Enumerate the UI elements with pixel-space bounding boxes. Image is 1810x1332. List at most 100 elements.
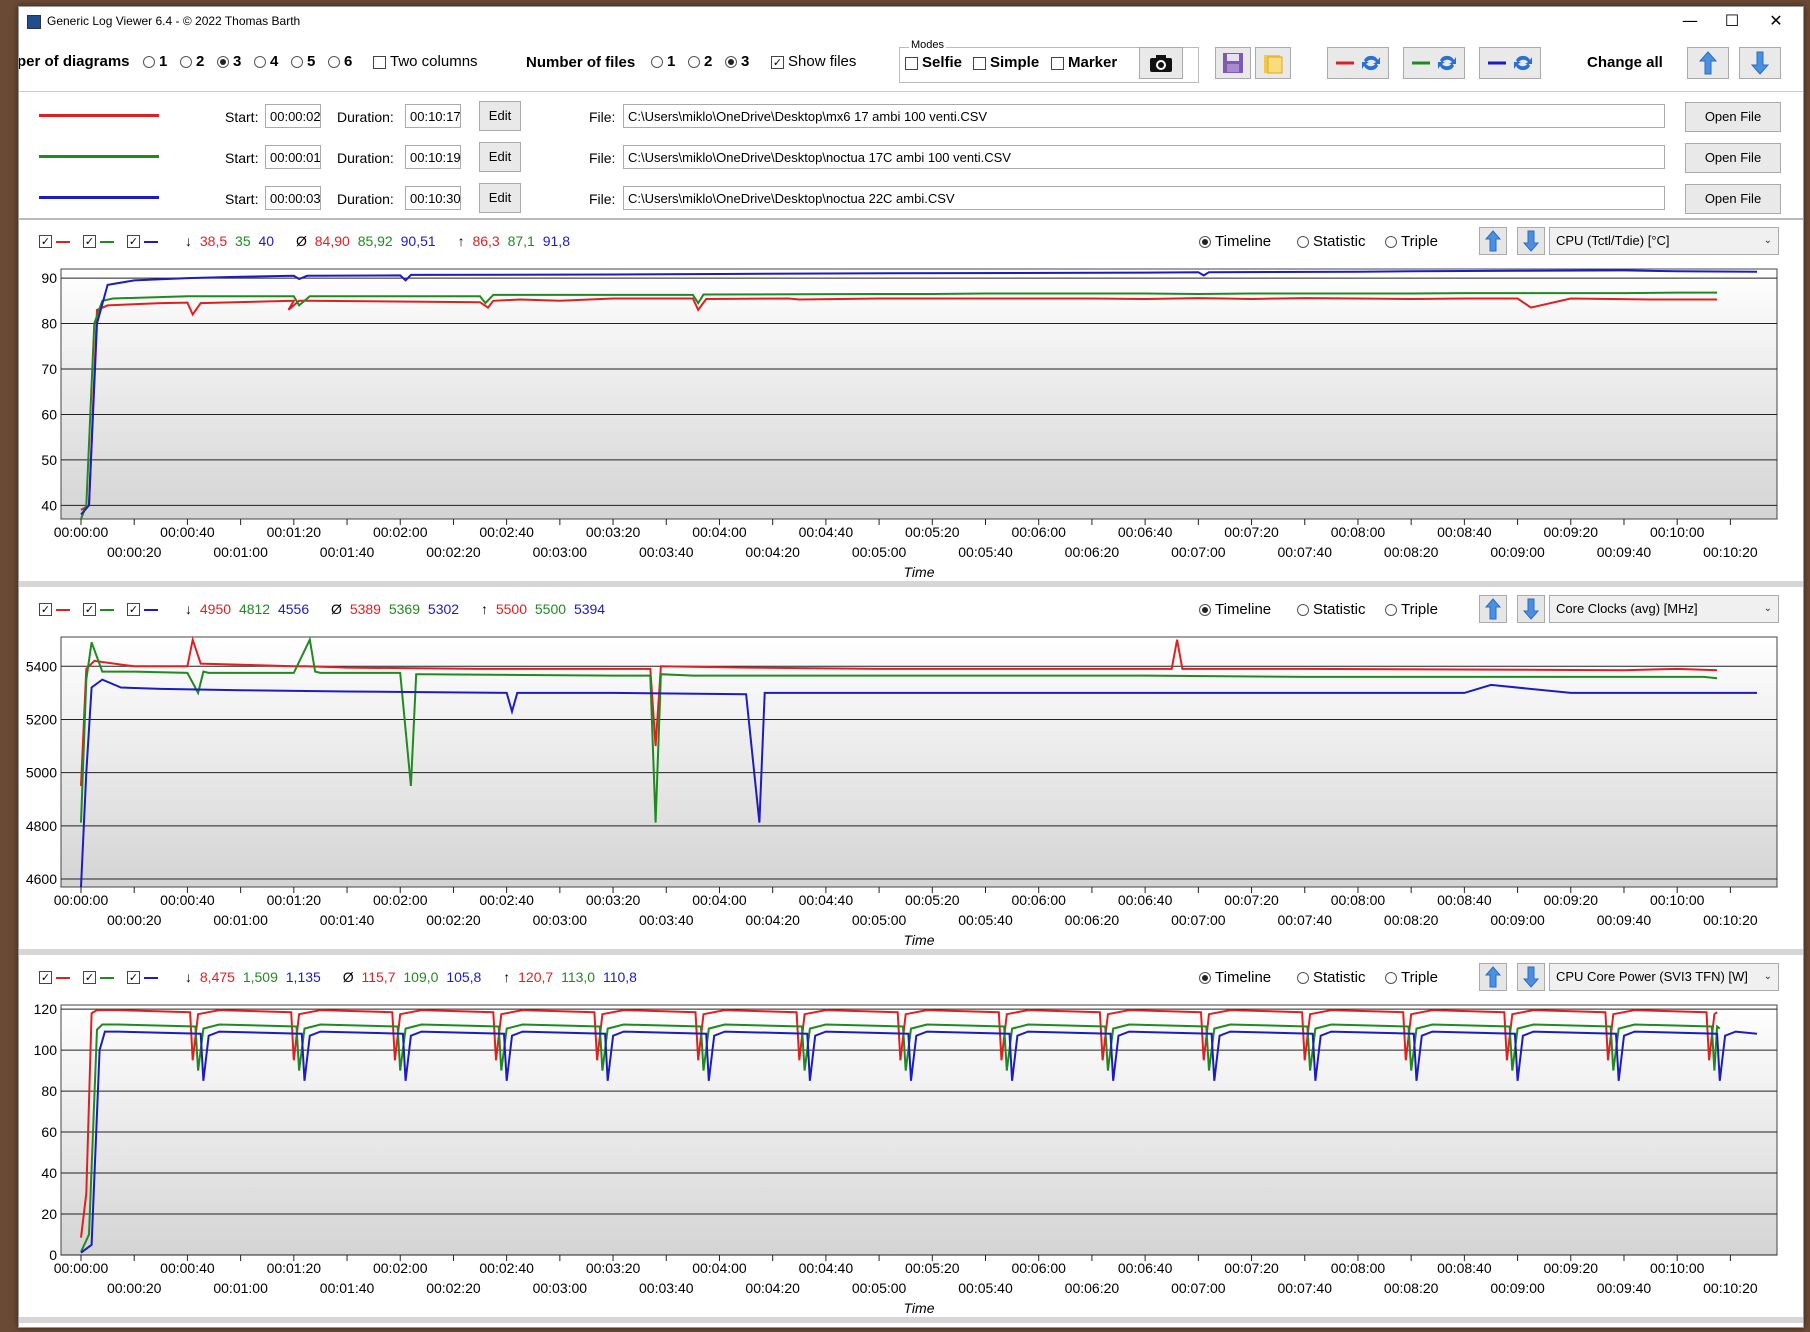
x-tick-label: 00:04:20 (745, 1280, 800, 1296)
two-columns-checkbox[interactable]: Two columns (373, 53, 478, 70)
start-label: Start: (225, 109, 259, 125)
duration-label: Duration: (337, 150, 394, 166)
x-tick-label: 00:07:00 (1171, 1280, 1226, 1296)
file-color-line (39, 196, 159, 199)
duration-label: Duration: (337, 191, 394, 207)
file-path-field[interactable]: C:\Users\miklo\OneDrive\Desktop\noctua 2… (623, 186, 1665, 210)
radio-icon[interactable] (291, 56, 303, 69)
file-count-2[interactable]: 2 (688, 53, 712, 70)
checkbox-icon[interactable] (1051, 56, 1064, 70)
radio-icon[interactable] (328, 56, 340, 69)
duration-label: Duration: (337, 109, 394, 125)
move-all-up-button[interactable] (1687, 47, 1729, 79)
x-tick-label: 00:04:00 (692, 1260, 747, 1276)
radio-icon[interactable] (688, 56, 700, 69)
simple-checkbox[interactable]: Simple (973, 54, 1039, 71)
radio-selected-icon[interactable] (217, 56, 229, 69)
app-icon (27, 15, 41, 29)
x-tick-label: 00:01:40 (320, 1280, 375, 1296)
x-tick-label: 00:05:20 (905, 1260, 960, 1276)
x-tick-label: 00:01:20 (267, 892, 322, 908)
save-button[interactable] (1215, 47, 1251, 79)
swap-blue-button[interactable] (1479, 47, 1541, 79)
radio-icon[interactable] (143, 56, 155, 69)
x-tick-label: 00:09:40 (1597, 1280, 1652, 1296)
y-tick-label: 70 (41, 361, 57, 377)
duration-field[interactable]: 00:10:17 (405, 104, 461, 128)
x-tick-label: 00:07:40 (1277, 912, 1332, 928)
selfie-checkbox[interactable]: Selfie (905, 54, 962, 71)
title-bar: Generic Log Viewer 6.4 - © 2022 Thomas B… (19, 7, 1803, 35)
radio-selected-icon[interactable] (725, 56, 737, 69)
radio-icon[interactable] (180, 56, 192, 69)
x-tick-label: 00:03:40 (639, 544, 694, 560)
checkmark-icon[interactable]: ✓ (771, 55, 784, 69)
edit-button[interactable]: Edit (479, 101, 521, 131)
close-button[interactable]: ✕ (1755, 9, 1797, 33)
x-tick-label: 00:05:00 (852, 544, 907, 560)
minimize-button[interactable]: — (1669, 9, 1711, 33)
file-count-1[interactable]: 1 (651, 53, 675, 70)
edit-button[interactable]: Edit (479, 183, 521, 213)
y-tick-label: 5000 (26, 765, 57, 781)
x-tick-label: 00:06:00 (1011, 524, 1066, 540)
file-path-field[interactable]: C:\Users\miklo\OneDrive\Desktop\noctua 1… (623, 145, 1665, 169)
diagram-count-3[interactable]: 3 (217, 53, 241, 70)
x-tick-label: 00:01:00 (213, 912, 268, 928)
swap-green-button[interactable] (1403, 47, 1465, 79)
diagram-count-6[interactable]: 6 (328, 53, 352, 70)
diagram-count-5[interactable]: 5 (291, 53, 315, 70)
move-all-down-button[interactable] (1739, 47, 1781, 79)
x-tick-label: 00:02:20 (426, 1280, 481, 1296)
x-tick-label: 00:01:40 (320, 912, 375, 928)
swap-red-button[interactable] (1327, 47, 1389, 79)
x-tick-label: 00:05:20 (905, 524, 960, 540)
edit-button[interactable]: Edit (479, 142, 521, 172)
checkbox-icon[interactable] (373, 55, 386, 69)
x-tick-label: 00:08:40 (1437, 892, 1492, 908)
show-files-checkbox[interactable]: ✓ Show files (771, 53, 856, 70)
x-tick-label: 00:02:20 (426, 544, 481, 560)
open-file-button[interactable]: Open File (1685, 184, 1781, 214)
x-tick-label: 00:07:40 (1277, 544, 1332, 560)
x-tick-label: 00:07:00 (1171, 912, 1226, 928)
start-field[interactable]: 00:00:02 (265, 104, 321, 128)
duration-field[interactable]: 00:10:30 (405, 186, 461, 210)
start-field[interactable]: 00:00:01 (265, 145, 321, 169)
x-tick-label: 00:09:00 (1490, 912, 1545, 928)
files-section: Start: 00:00:02 Duration: 00:10:17 Edit … (19, 91, 1803, 220)
x-tick-label: 00:07:20 (1224, 524, 1279, 540)
x-tick-label: 00:06:00 (1011, 892, 1066, 908)
diagram-count-1[interactable]: 1 (143, 53, 167, 70)
file-count-3[interactable]: 3 (725, 53, 749, 70)
x-axis-label: Time (904, 1300, 935, 1316)
maximize-button[interactable]: ☐ (1711, 9, 1753, 33)
swap-red-icon (1336, 55, 1380, 71)
screenshot-button[interactable] (1139, 47, 1183, 79)
x-tick-label: 00:04:00 (692, 524, 747, 540)
x-tick-label: 00:08:20 (1384, 912, 1439, 928)
checkbox-icon[interactable] (973, 56, 986, 70)
x-tick-label: 00:00:20 (107, 544, 162, 560)
open-file-button[interactable]: Open File (1685, 143, 1781, 173)
x-tick-label: 00:06:20 (1065, 912, 1120, 928)
file-path-field[interactable]: C:\Users\miklo\OneDrive\Desktop\mx6 17 a… (623, 104, 1665, 128)
x-tick-label: 00:02:00 (373, 1260, 428, 1276)
open-folder-button[interactable] (1255, 47, 1291, 79)
checkbox-icon[interactable] (905, 56, 918, 70)
open-file-button[interactable]: Open File (1685, 102, 1781, 132)
duration-field[interactable]: 00:10:19 (405, 145, 461, 169)
x-tick-label: 00:00:20 (107, 912, 162, 928)
diagram-panel: ✓ ✓ ✓ ↓ 4950 4812 4556 Ø 5389 5369 5302 … (19, 587, 1803, 955)
diagram-count-4[interactable]: 4 (254, 53, 278, 70)
folder-icon (1264, 55, 1283, 74)
y-tick-label: 4800 (26, 818, 57, 834)
x-tick-label: 00:08:20 (1384, 1280, 1439, 1296)
start-field[interactable]: 00:00:03 (265, 186, 321, 210)
radio-icon[interactable] (651, 56, 663, 69)
diagram-count-2[interactable]: 2 (180, 53, 204, 70)
marker-checkbox[interactable]: Marker (1051, 54, 1117, 71)
radio-icon[interactable] (254, 56, 266, 69)
y-tick-label: 50 (41, 452, 57, 468)
x-tick-label: 00:08:00 (1331, 892, 1386, 908)
